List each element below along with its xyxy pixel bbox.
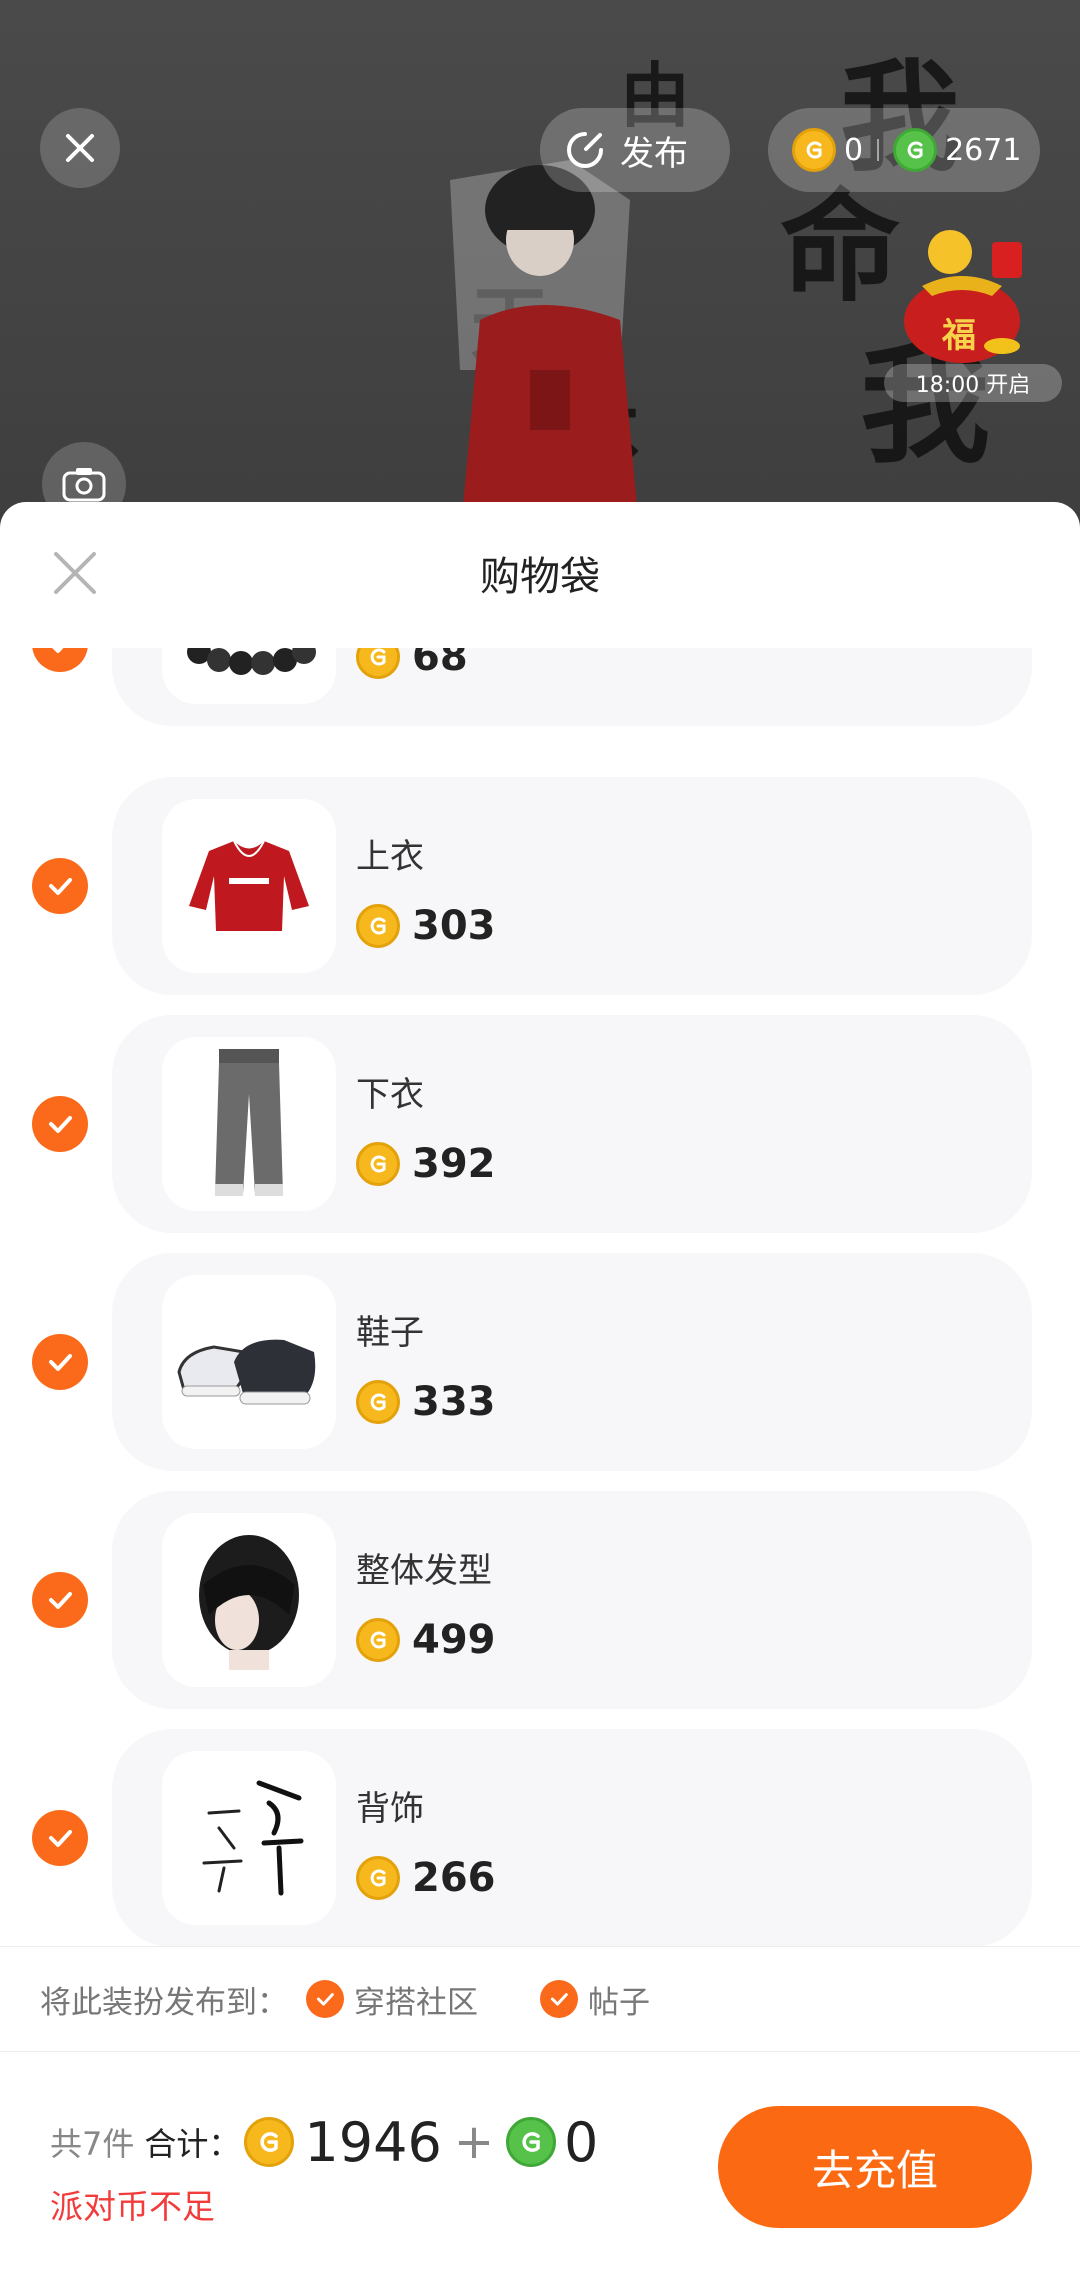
gold-coin-icon bbox=[244, 2117, 295, 2167]
item-checkbox[interactable] bbox=[32, 1334, 88, 1390]
item-name: 整体发型 bbox=[356, 1551, 492, 1591]
plus-sign: + bbox=[453, 2114, 495, 2170]
item-checkbox[interactable] bbox=[32, 1572, 88, 1628]
item-checkbox[interactable] bbox=[32, 1810, 88, 1866]
item-checkbox[interactable] bbox=[32, 858, 88, 914]
avatar-preview-backdrop: 我 命 我 由 天 不 发布 0 bbox=[0, 0, 1080, 540]
cart-item[interactable]: 上衣 303 bbox=[112, 777, 1032, 995]
gold-coin-icon bbox=[356, 1856, 400, 1900]
gold-coin-icon bbox=[356, 904, 400, 948]
item-price: 266 bbox=[356, 1853, 496, 1903]
cart-item[interactable]: 68 bbox=[112, 648, 1032, 726]
item-thumbnail-hairstyle bbox=[162, 1513, 336, 1687]
cart-item-list[interactable]: 68 上衣 303 下衣 392 鞋子 333 整体发型 499 背饰 266 bbox=[0, 648, 1080, 1946]
currency-balance-pill[interactable]: 0 2671 bbox=[768, 108, 1040, 192]
total-label: 合计： bbox=[144, 2125, 241, 2163]
cart-item[interactable]: 鞋子 333 bbox=[112, 1253, 1032, 1471]
item-price: 333 bbox=[356, 1377, 496, 1427]
checkmark-icon bbox=[49, 1116, 72, 1133]
publish-destination-bar: 将此装扮发布到： 穿搭社区 帖子 bbox=[0, 1946, 1080, 2052]
close-icon bbox=[66, 134, 94, 162]
gold-coin-icon bbox=[356, 648, 400, 679]
item-thumbnail-bracelet bbox=[162, 648, 336, 704]
checkbox-checked-icon bbox=[306, 1980, 344, 2018]
item-checkbox[interactable] bbox=[32, 1096, 88, 1152]
publish-option-label: 帖子 bbox=[588, 1984, 650, 2021]
publish-button[interactable]: 发布 bbox=[540, 108, 730, 192]
item-price: 392 bbox=[356, 1139, 496, 1189]
item-price-amount: 68 bbox=[412, 648, 468, 680]
checkmark-icon bbox=[49, 878, 72, 895]
item-name: 下衣 bbox=[356, 1075, 424, 1115]
checkmark-icon bbox=[49, 1592, 72, 1609]
gold-coin-icon bbox=[356, 1618, 400, 1662]
gold-coin-icon bbox=[356, 1142, 400, 1186]
checkbox-checked-icon bbox=[540, 1980, 578, 2018]
checkmark-icon bbox=[52, 648, 64, 653]
recharge-button[interactable]: 去充值 bbox=[718, 2106, 1032, 2228]
item-thumbnail-sneakers bbox=[162, 1275, 336, 1449]
publish-option-post[interactable]: 帖子 bbox=[540, 1977, 650, 2022]
avatar-figure bbox=[450, 160, 640, 540]
item-count: 共7件 bbox=[50, 2125, 135, 2163]
green-coin-icon bbox=[506, 2117, 557, 2167]
green-coin-icon bbox=[893, 128, 938, 172]
divider bbox=[877, 139, 880, 161]
cart-item[interactable]: 背饰 266 bbox=[112, 1729, 1032, 1946]
item-price-amount: 333 bbox=[412, 1379, 496, 1425]
gold-coin-icon bbox=[792, 128, 836, 172]
item-name: 上衣 bbox=[356, 837, 424, 877]
camera-icon bbox=[62, 468, 106, 502]
item-thumbnail-calligraphy-back-accessory bbox=[162, 1751, 336, 1925]
checkmark-icon bbox=[49, 1830, 72, 1847]
green-coin-balance: 2671 bbox=[945, 132, 1022, 168]
publish-label: 发布 bbox=[620, 133, 688, 174]
item-thumbnail-red-hoodie bbox=[162, 799, 336, 973]
item-thumbnail-pants bbox=[162, 1037, 336, 1211]
item-price-amount: 303 bbox=[412, 903, 496, 949]
shopping-bag-sheet: 购物袋 68 上衣 303 下衣 392 鞋子 333 整体发型 499 背饰 … bbox=[0, 502, 1080, 2280]
item-checkbox[interactable] bbox=[32, 648, 88, 672]
item-name: 鞋子 bbox=[356, 1313, 424, 1353]
publish-option-outfit-community[interactable]: 穿搭社区 bbox=[306, 1977, 478, 2022]
cart-item[interactable]: 下衣 392 bbox=[112, 1015, 1032, 1233]
cart-item[interactable]: 整体发型 499 bbox=[112, 1491, 1032, 1709]
fortune-char: 福 bbox=[942, 316, 976, 356]
item-price: 303 bbox=[356, 901, 496, 951]
item-price-amount: 499 bbox=[412, 1617, 496, 1663]
item-price: 68 bbox=[356, 648, 468, 682]
green-total: 0 bbox=[564, 2110, 599, 2174]
checkout-footer: 共7件 合计： 1946 + 0 派对币不足 去充值 bbox=[0, 2050, 1080, 2280]
gold-coin-balance: 0 bbox=[844, 132, 864, 168]
publish-to-label: 将此装扮发布到： bbox=[40, 1984, 288, 2021]
item-price-amount: 266 bbox=[412, 1855, 496, 1901]
insufficient-coins-warning: 派对币不足 bbox=[50, 2187, 215, 2226]
checkmark-icon bbox=[49, 1354, 72, 1371]
gold-coin-icon bbox=[356, 1380, 400, 1424]
item-name: 背饰 bbox=[356, 1789, 424, 1829]
item-price: 499 bbox=[356, 1615, 496, 1665]
sheet-title: 购物袋 bbox=[480, 554, 600, 600]
event-time-badge: 18:00 开启 bbox=[884, 364, 1062, 402]
gold-total: 1946 bbox=[304, 2110, 442, 2174]
publish-option-label: 穿搭社区 bbox=[354, 1984, 478, 2021]
total-row: 共7件 合计： 1946 + 0 bbox=[50, 2110, 598, 2174]
item-price-amount: 392 bbox=[412, 1141, 496, 1187]
publish-icon bbox=[567, 132, 603, 168]
close-preview-button[interactable] bbox=[40, 108, 120, 188]
event-fortune-bag[interactable]: 福 bbox=[892, 226, 1032, 366]
